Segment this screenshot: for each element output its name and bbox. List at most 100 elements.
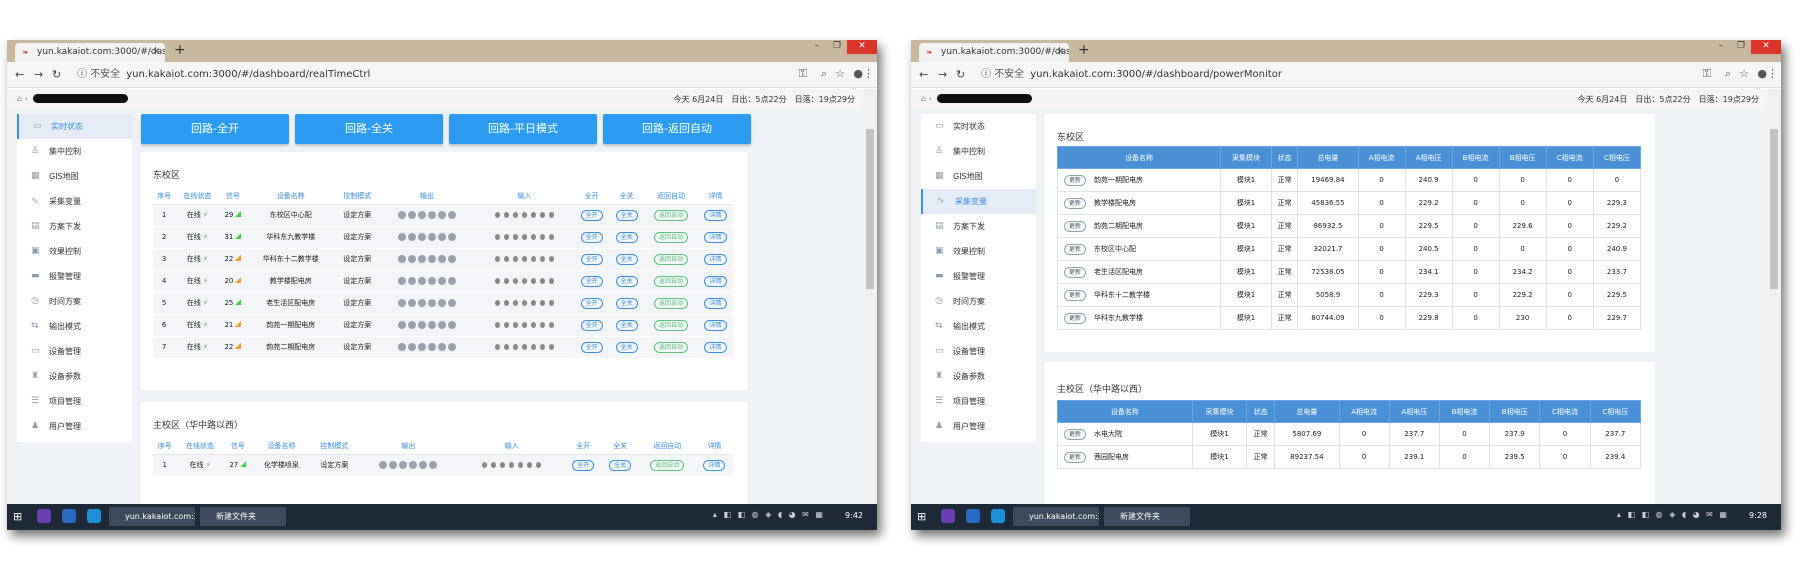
scrollbar[interactable]	[1767, 89, 1781, 504]
url-field[interactable]: ⓘ 不安全 yun.kakaiot.com:3000/#/dashboard/re…	[77, 65, 787, 84]
browser-tab[interactable]: ❧ yun.kakaiot.com:3000/#/dashb ✕	[919, 43, 1069, 62]
zoom-icon[interactable]: ⌕	[1725, 67, 1731, 81]
windows-start-icon[interactable]: ⊞	[13, 510, 22, 523]
detail-button[interactable]: 详情	[704, 253, 727, 265]
scrollbar-thumb[interactable]	[1770, 129, 1778, 289]
detail-button[interactable]: 详情	[704, 275, 727, 287]
sidebar-item[interactable]: ▦ GIS地图	[17, 164, 132, 189]
detail-button[interactable]: 详情	[704, 209, 727, 221]
all-off-button[interactable]: 全关	[615, 231, 638, 243]
account-icon[interactable]: ●	[1757, 67, 1767, 80]
url-field[interactable]: ⓘ 不安全 yun.kakaiot.com:3000/#/dashboard/po…	[981, 65, 1691, 84]
windows-start-icon[interactable]: ⊞	[917, 510, 926, 523]
key-icon[interactable]: ⚿	[799, 67, 807, 81]
taskbar-chrome[interactable]: yun.kakaiot.com:30...	[1013, 507, 1099, 526]
sidebar-item[interactable]: ♜ 设备参数	[921, 364, 1036, 389]
reload-icon[interactable]: ↻	[956, 68, 965, 81]
minimize-button[interactable]: –	[807, 40, 827, 54]
maximize-button[interactable]: ❐	[827, 40, 847, 54]
loop-return-auto-button[interactable]: 回路-返回自动	[603, 114, 751, 144]
return-auto-button[interactable]: 返回自动	[654, 297, 689, 309]
sidebar-item[interactable]: ☰ 项目管理	[921, 389, 1036, 414]
update-button[interactable]: 更新	[1064, 243, 1087, 255]
return-auto-button[interactable]: 返回自动	[654, 231, 689, 243]
detail-button[interactable]: 详情	[704, 341, 727, 353]
sidebar-item[interactable]: ♟ 用户管理	[921, 414, 1036, 439]
sidebar-item[interactable]: ♙ 集中控制	[17, 139, 132, 164]
browser-tab[interactable]: ❧ yun.kakaiot.com:3000/#/dashb ✕	[15, 43, 165, 62]
back-icon[interactable]: ←	[919, 68, 928, 81]
sidebar-item[interactable]: ☰ 项目管理	[17, 389, 132, 414]
return-auto-button[interactable]: 返回自动	[654, 209, 689, 221]
all-on-button[interactable]: 全开	[580, 209, 603, 221]
sidebar-item[interactable]: ▭ 设备管理	[17, 339, 132, 364]
app-icon[interactable]	[941, 509, 955, 523]
detail-button[interactable]: 详情	[703, 459, 726, 471]
update-button[interactable]: 更新	[1064, 266, 1087, 278]
app-icon[interactable]	[966, 509, 980, 523]
update-button[interactable]: 更新	[1064, 220, 1087, 232]
all-off-button[interactable]: 全关	[615, 297, 638, 309]
system-tray-icons[interactable]: ▴ ◧ ◧ ◍ ◈ ◖ ◕ ✉ ▦	[1617, 510, 1729, 519]
scrollbar[interactable]	[863, 89, 877, 504]
menu-icon[interactable]: ⋮	[1767, 67, 1778, 80]
loop-all-on-button[interactable]: 回路-全开	[141, 114, 289, 144]
sidebar-item[interactable]: ♟ 用户管理	[17, 414, 132, 439]
all-off-button[interactable]: 全关	[615, 275, 638, 287]
sidebar-item[interactable]: ▣ 效果控制	[921, 239, 1036, 264]
all-on-button[interactable]: 全开	[580, 319, 603, 331]
detail-button[interactable]: 详情	[704, 297, 727, 309]
update-button[interactable]: 更新	[1064, 312, 1087, 324]
menu-icon[interactable]: ⋮	[863, 67, 874, 80]
update-button[interactable]: 更新	[1064, 451, 1087, 463]
sidebar-item[interactable]: ▭ 实时状态	[17, 114, 132, 139]
sidebar-item[interactable]: ∿ 采集变量	[921, 189, 1036, 214]
zoom-icon[interactable]: ⌕	[821, 67, 827, 81]
close-window-button[interactable]: ✕	[847, 40, 877, 54]
return-auto-button[interactable]: 返回自动	[654, 341, 689, 353]
back-icon[interactable]: ←	[15, 68, 24, 81]
all-off-button[interactable]: 全关	[615, 209, 638, 221]
update-button[interactable]: 更新	[1064, 289, 1087, 301]
close-icon[interactable]: ✕	[152, 43, 160, 62]
sidebar-item[interactable]: ∿ 采集变量	[17, 189, 132, 214]
app-icon[interactable]	[62, 509, 76, 523]
all-on-button[interactable]: 全开	[572, 459, 595, 471]
sidebar-item[interactable]: ⇆ 输出模式	[17, 314, 132, 339]
sidebar-item[interactable]: ♙ 集中控制	[921, 139, 1036, 164]
all-off-button[interactable]: 全关	[615, 341, 638, 353]
loop-all-off-button[interactable]: 回路-全关	[295, 114, 443, 144]
sidebar-item[interactable]: ▦ GIS地图	[921, 164, 1036, 189]
sidebar-item[interactable]: ▭ 实时状态	[921, 114, 1036, 139]
sidebar-item[interactable]: ◷ 时间方案	[17, 289, 132, 314]
media-icon[interactable]	[87, 509, 101, 523]
reload-icon[interactable]: ↻	[52, 68, 61, 81]
sidebar-item[interactable]: ▤ 方案下发	[17, 214, 132, 239]
update-button[interactable]: 更新	[1064, 197, 1087, 209]
all-on-button[interactable]: 全开	[580, 341, 603, 353]
return-auto-button[interactable]: 返回自动	[654, 253, 689, 265]
all-on-button[interactable]: 全开	[580, 253, 603, 265]
key-icon[interactable]: ⚿	[1703, 67, 1711, 81]
detail-button[interactable]: 详情	[704, 319, 727, 331]
taskbar-folder[interactable]: 新建文件夹	[200, 507, 286, 526]
maximize-button[interactable]: ❐	[1731, 40, 1751, 54]
home-icon[interactable]: ⌂ ›	[921, 94, 932, 103]
star-icon[interactable]: ☆	[1739, 67, 1749, 80]
forward-icon[interactable]: →	[34, 68, 43, 81]
return-auto-button[interactable]: 返回自动	[654, 275, 689, 287]
all-off-button[interactable]: 全关	[615, 319, 638, 331]
detail-button[interactable]: 详情	[704, 231, 727, 243]
sidebar-item[interactable]: ▬ 报警管理	[921, 264, 1036, 289]
loop-weekday-mode-button[interactable]: 回路-平日模式	[449, 114, 597, 144]
close-icon[interactable]: ✕	[1056, 43, 1064, 62]
home-icon[interactable]: ⌂ ›	[17, 94, 28, 103]
sidebar-item[interactable]: ▭ 设备管理	[921, 339, 1036, 364]
update-button[interactable]: 更新	[1064, 428, 1087, 440]
sidebar-item[interactable]: ▬ 报警管理	[17, 264, 132, 289]
all-on-button[interactable]: 全开	[580, 297, 603, 309]
system-tray-icons[interactable]: ▴ ◧ ◧ ◍ ◈ ◖ ◕ ✉ ▦	[713, 510, 825, 519]
sidebar-item[interactable]: ⇆ 输出模式	[921, 314, 1036, 339]
new-tab-button[interactable]: +	[174, 42, 186, 58]
scrollbar-thumb[interactable]	[866, 129, 874, 289]
